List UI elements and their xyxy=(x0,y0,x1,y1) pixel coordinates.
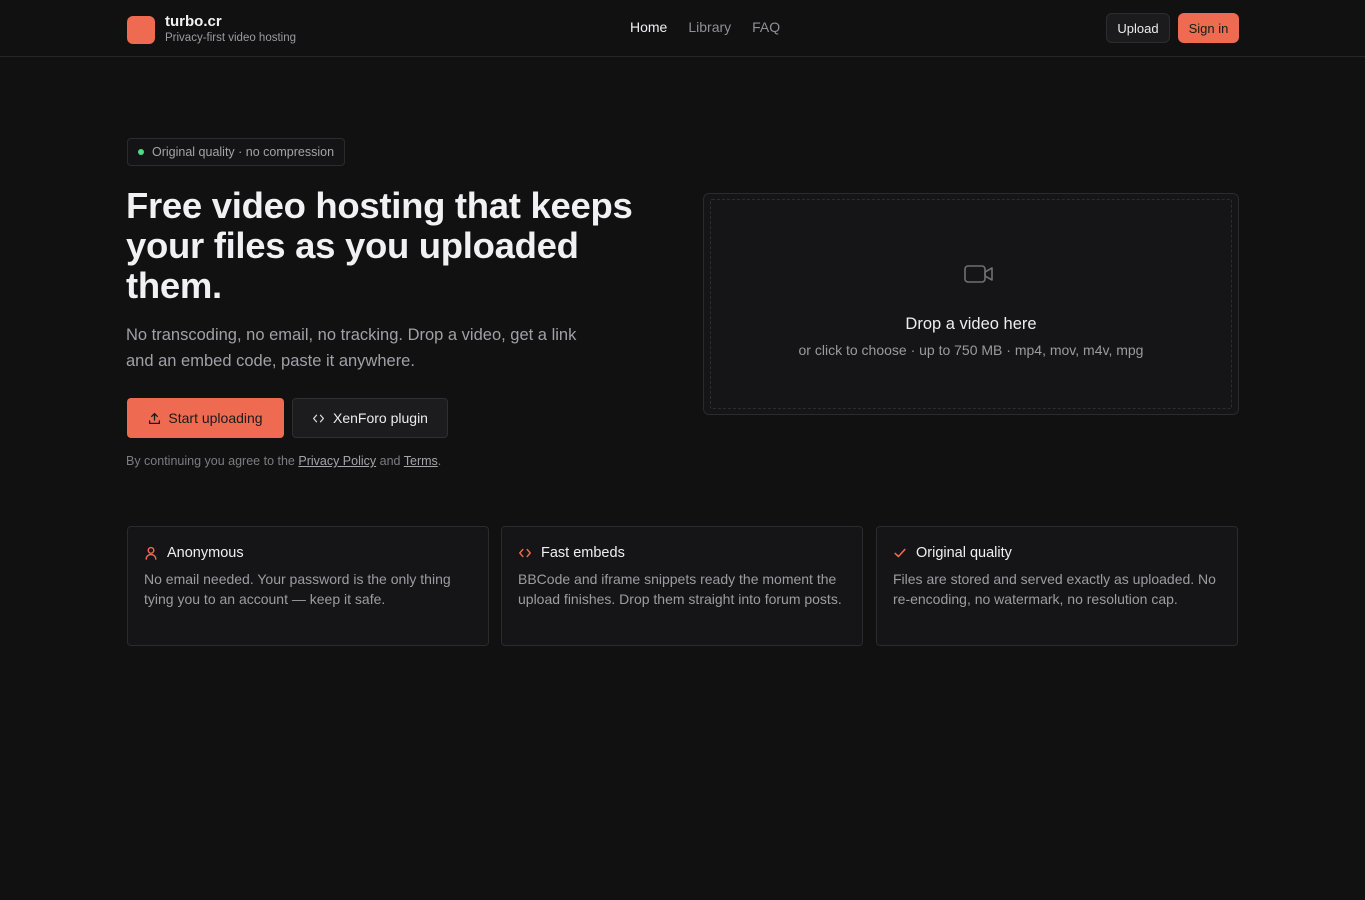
dropzone-title: Drop a video here xyxy=(905,315,1037,333)
privacy-policy-link[interactable]: Privacy Policy xyxy=(298,454,376,468)
dropzone-border: Drop a video here or click to choose · u… xyxy=(710,199,1232,409)
legal-prefix: By continuing you agree to the xyxy=(126,454,295,468)
video-dropzone[interactable]: Drop a video here or click to choose · u… xyxy=(703,193,1239,415)
start-uploading-label: Start uploading xyxy=(168,410,263,426)
xenforo-plugin-label: XenForo plugin xyxy=(333,410,428,426)
nav-home[interactable]: Home xyxy=(630,19,667,35)
feature-head: Anonymous xyxy=(144,545,472,561)
feature-title: Anonymous xyxy=(167,545,244,561)
brand[interactable]: turbo.cr Privacy-first video hosting xyxy=(127,14,296,45)
site-header: turbo.cr Privacy-first video hosting Hom… xyxy=(0,0,1365,57)
brand-text: turbo.cr Privacy-first video hosting xyxy=(165,14,296,45)
status-dot xyxy=(138,149,144,155)
feature-card-anonymous: Anonymous No email needed. Your password… xyxy=(127,526,489,646)
terms-link[interactable]: Terms xyxy=(404,454,438,468)
legal-and: and xyxy=(379,454,401,468)
feature-card-fast-embeds: Fast embeds BBCode and iframe snippets r… xyxy=(501,526,863,646)
start-uploading-button[interactable]: Start uploading xyxy=(127,398,284,438)
logo xyxy=(127,15,155,44)
feature-head: Fast embeds xyxy=(518,545,846,561)
sign-in-button[interactable]: Sign in xyxy=(1178,13,1239,43)
feature-title: Fast embeds xyxy=(541,545,625,561)
brand-name: turbo.cr xyxy=(165,13,222,30)
nav-library[interactable]: Library xyxy=(688,19,731,35)
main-nav: Home Library FAQ xyxy=(630,19,780,35)
feature-desc: No email needed. Your password is the on… xyxy=(144,571,451,607)
code-icon xyxy=(518,546,532,560)
feature-desc: Files are stored and served exactly as u… xyxy=(893,571,1216,607)
feature-head: Original quality xyxy=(893,545,1221,561)
hero-subtitle: No transcoding, no email, no tracking. D… xyxy=(126,326,577,370)
feature-title: Original quality xyxy=(916,545,1012,561)
code-icon xyxy=(312,412,325,425)
brand-tagline: Privacy-first video hosting xyxy=(165,32,297,44)
badge-text: Original quality · no compression xyxy=(152,145,335,159)
check-icon xyxy=(893,546,907,560)
quality-badge: Original quality · no compression xyxy=(127,138,346,166)
user-icon xyxy=(144,546,158,560)
upload-icon xyxy=(148,412,161,425)
feature-card-original-quality: Original quality Files are stored and se… xyxy=(876,526,1238,646)
nav-faq[interactable]: FAQ xyxy=(752,19,780,35)
xenforo-plugin-button[interactable]: XenForo plugin xyxy=(292,398,448,438)
hero-title: Free video hosting that keeps your files… xyxy=(126,185,633,306)
feature-desc: BBCode and iframe snippets ready the mom… xyxy=(518,571,842,607)
upload-button[interactable]: Upload xyxy=(1106,13,1170,43)
legal-notice: By continuing you agree to the Privacy P… xyxy=(126,454,441,468)
dropzone-hint: or click to choose · up to 750 MB · mp4,… xyxy=(798,342,1144,358)
legal-suffix: . xyxy=(437,454,442,468)
video-camera-icon xyxy=(964,263,994,285)
